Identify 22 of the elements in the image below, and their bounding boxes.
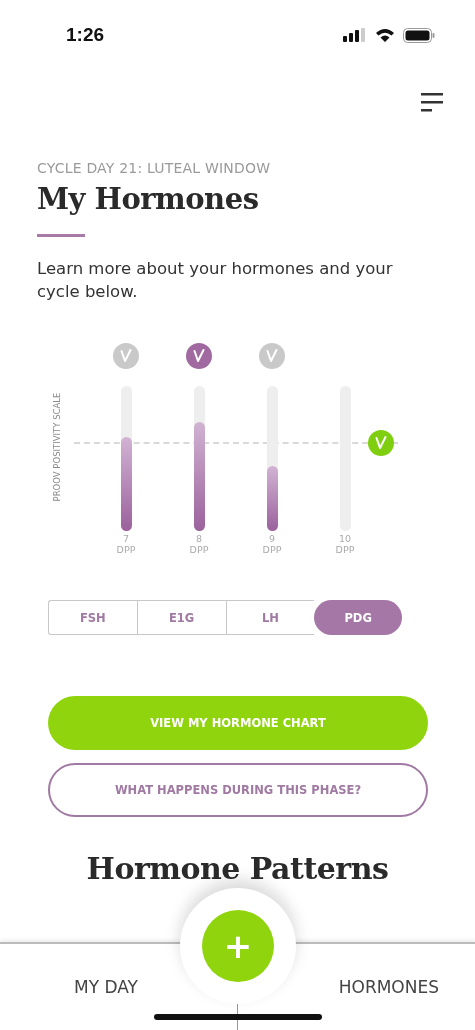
day-label: 10 DPP: [335, 533, 355, 555]
nav-tab[interactable]: MY DAY: [74, 977, 138, 997]
check-badge: [368, 430, 394, 456]
phase-info-button[interactable]: WHAT HAPPENS DURING THIS PHASE?: [48, 763, 428, 817]
signal-icon: [343, 28, 367, 42]
nav-tab[interactable]: HORMONES: [338, 977, 439, 997]
axis-label: PROOV POSITIVITY SCALE: [52, 392, 62, 502]
hormone-tab[interactable]: E1G: [136, 600, 226, 635]
intro-text: Learn more about your hormones and your cycle below.: [37, 258, 394, 303]
section-title: Hormone Patterns: [85, 851, 390, 886]
hormone-tab[interactable]: LH: [225, 600, 315, 635]
hormone-tab[interactable]: PDG: [314, 600, 402, 635]
hormone-tab[interactable]: FSH: [48, 600, 137, 635]
day-label: 9 DPP: [262, 533, 282, 555]
cycle-day-label: CYCLE DAY 21: LUTEAL WINDOW: [37, 160, 272, 176]
wifi-icon: [375, 28, 395, 42]
menu-icon[interactable]: [421, 92, 443, 112]
status-time: 1:26: [66, 24, 105, 46]
battery-icon: [403, 27, 435, 43]
day-label: 7 DPP: [116, 533, 136, 555]
day-label: 8 DPP: [189, 533, 209, 555]
page-title: My Hormones: [37, 182, 260, 216]
